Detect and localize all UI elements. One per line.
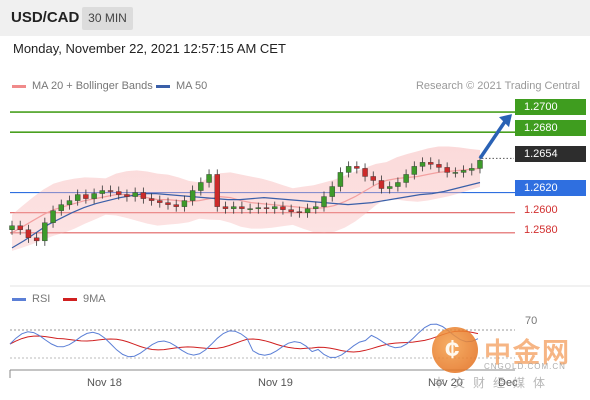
rsi-line [9, 323, 479, 358]
candle-body [132, 192, 138, 197]
candle-body [173, 204, 179, 207]
level-tag-1-2680: 1.2680 [515, 120, 586, 136]
candle-body [263, 207, 270, 209]
candle-body [189, 190, 196, 201]
candle-body [386, 186, 393, 189]
rsi-level-70: 70 [525, 315, 538, 327]
x-label-nov-19: Nov 19 [258, 377, 293, 389]
candle-body [148, 198, 155, 201]
candle-body [91, 193, 97, 199]
candle-body [17, 225, 23, 230]
candle-body [116, 191, 122, 195]
rsi-ma-swatch [63, 297, 77, 301]
candle-body [58, 204, 64, 211]
candle-body [74, 194, 81, 201]
candle-body [9, 225, 15, 230]
rsi-ma-legend-label: 9MA [83, 293, 106, 305]
watermark-url: CNGOLD.COM.CN [484, 362, 566, 371]
candle-body [362, 168, 368, 177]
level-tag-1-2600: 1.2600 [524, 204, 558, 216]
level-tag-current-price: 1.2654 [515, 146, 586, 162]
level-tag-1-2620: 1.2620 [515, 180, 586, 196]
candle-body [124, 194, 130, 197]
candle-body [337, 172, 344, 187]
x-label-nov-18: Nov 18 [87, 377, 122, 389]
candle-body [321, 196, 327, 207]
candle-body [140, 192, 147, 199]
candle-body [288, 209, 294, 212]
candle-body [198, 182, 204, 191]
candle-body [419, 162, 426, 167]
candle-body [165, 202, 171, 205]
rsi-swatch [12, 297, 26, 301]
candle-body [436, 164, 442, 168]
candle-body [477, 160, 483, 169]
candle [214, 169, 220, 212]
candle-body [313, 206, 319, 209]
rsi-legend-label: RSI [32, 293, 51, 305]
watermark-subtitle: 中文财经媒体 [433, 376, 554, 390]
level-tag-1-2580: 1.2580 [524, 224, 558, 236]
rsi-9ma-line [9, 330, 479, 353]
candle-body [42, 222, 48, 242]
candle-body [403, 174, 409, 183]
candle-body [50, 210, 56, 223]
projection-arrow-shaft [478, 119, 508, 160]
candle-body [296, 211, 303, 213]
candle-body [107, 190, 114, 192]
candle-body [411, 166, 418, 175]
candle-body [239, 206, 245, 209]
candle-body [395, 182, 401, 187]
watermark-logo-icon: ¢ [432, 327, 478, 373]
candle-body [99, 190, 106, 194]
rsi-ma-legend-item: 9MA [63, 293, 106, 305]
candle-body [181, 200, 188, 207]
candle-body [280, 206, 286, 210]
candle-body [460, 170, 467, 173]
candle-body [354, 166, 360, 169]
candle-body [66, 200, 73, 205]
candle-body [33, 237, 40, 242]
candle-body [345, 166, 352, 173]
candle-body [222, 206, 229, 209]
candle-body [428, 162, 434, 165]
candle-body [469, 168, 475, 171]
candle-body [452, 172, 459, 174]
candle-body [304, 208, 311, 213]
candle-body [378, 180, 385, 189]
rsi-legend-item: RSI [12, 293, 50, 305]
price-chart[interactable] [0, 0, 590, 290]
candle-body [370, 176, 376, 181]
candle-body [444, 167, 450, 173]
level-tag-1-2700: 1.2700 [515, 99, 586, 115]
candle-body [25, 229, 32, 239]
candle-body [329, 186, 335, 197]
candle-body [255, 207, 262, 209]
candle-body [272, 206, 278, 209]
candle-body [83, 194, 89, 199]
candle-body [230, 206, 237, 209]
candle-body [157, 200, 163, 203]
candle-body [214, 174, 220, 207]
candle-body [206, 174, 212, 183]
candle-body [247, 208, 253, 210]
